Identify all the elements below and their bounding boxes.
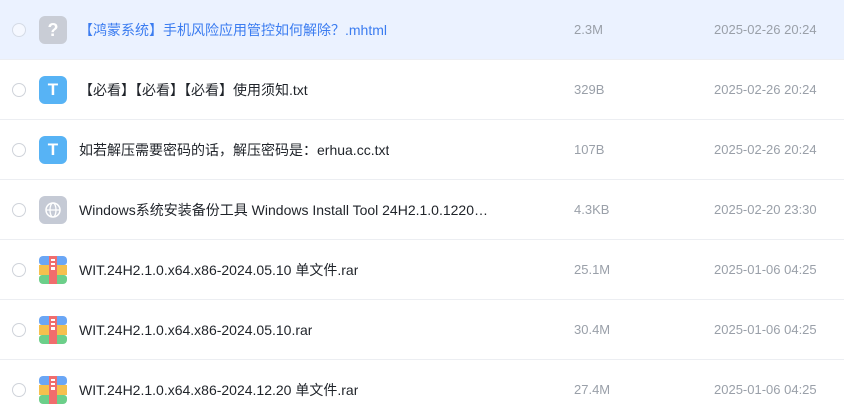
file-name[interactable]: 【鸿蒙系统】手机风险应用管控如何解除？.mhtml xyxy=(79,0,387,60)
file-row[interactable]: T 如若解压需要密码的话，解压密码是：erhua.cc.txt 107B 202… xyxy=(0,120,844,180)
unknown-file-icon: ? xyxy=(39,16,67,44)
file-size: 329B xyxy=(574,82,605,97)
web-link-icon xyxy=(39,196,67,224)
row-checkbox[interactable] xyxy=(12,143,26,157)
row-checkbox[interactable] xyxy=(12,323,26,337)
file-date: 2025-02-20 23:30 xyxy=(714,202,817,217)
file-date: 2025-01-06 04:25 xyxy=(714,382,817,397)
file-row[interactable]: T 【必看】【必看】【必看】使用须知.txt 329B 2025-02-26 2… xyxy=(0,60,844,120)
file-list: ? 【鸿蒙系统】手机风险应用管控如何解除？.mhtml 2.3M 2025-02… xyxy=(0,0,844,404)
file-size: 2.3M xyxy=(574,22,603,37)
row-checkbox[interactable] xyxy=(12,263,26,277)
file-name[interactable]: 【必看】【必看】【必看】使用须知.txt xyxy=(79,60,308,120)
text-file-icon: T xyxy=(39,136,67,164)
file-name[interactable]: WIT.24H2.1.0.x64.x86-2024.12.20 单文件.rar xyxy=(79,360,358,420)
file-name[interactable]: WIT.24H2.1.0.x64.x86-2024.05.10.rar xyxy=(79,300,312,360)
file-row[interactable]: ? 【鸿蒙系统】手机风险应用管控如何解除？.mhtml 2.3M 2025-02… xyxy=(0,0,844,60)
file-size: 30.4M xyxy=(574,322,611,337)
text-file-icon: T xyxy=(39,76,67,104)
row-checkbox[interactable] xyxy=(12,203,26,217)
file-name[interactable]: Windows系统安装备份工具 Windows Install Tool 24H… xyxy=(79,180,489,240)
file-size: 107B xyxy=(574,142,605,157)
file-size: 4.3KB xyxy=(574,202,610,217)
file-row[interactable]: WIT.24H2.1.0.x64.x86-2024.05.10.rar 30.4… xyxy=(0,300,844,360)
rar-archive-icon xyxy=(39,256,67,284)
file-row[interactable]: WIT.24H2.1.0.x64.x86-2024.12.20 单文件.rar … xyxy=(0,360,844,420)
file-date: 2025-02-26 20:24 xyxy=(714,82,817,97)
file-name[interactable]: WIT.24H2.1.0.x64.x86-2024.05.10 单文件.rar xyxy=(79,240,358,300)
file-row[interactable]: Windows系统安装备份工具 Windows Install Tool 24H… xyxy=(0,180,844,240)
file-date: 2025-01-06 04:25 xyxy=(714,322,817,337)
file-name[interactable]: 如若解压需要密码的话，解压密码是：erhua.cc.txt xyxy=(79,120,389,180)
file-date: 2025-02-26 20:24 xyxy=(714,22,817,37)
row-checkbox[interactable] xyxy=(12,83,26,97)
file-date: 2025-02-26 20:24 xyxy=(714,142,817,157)
row-checkbox[interactable] xyxy=(12,383,26,397)
file-row[interactable]: WIT.24H2.1.0.x64.x86-2024.05.10 单文件.rar … xyxy=(0,240,844,300)
file-date: 2025-01-06 04:25 xyxy=(714,262,817,277)
file-size: 25.1M xyxy=(574,262,611,277)
row-checkbox[interactable] xyxy=(12,23,26,37)
rar-archive-icon xyxy=(39,376,67,404)
rar-archive-icon xyxy=(39,316,67,344)
file-size: 27.4M xyxy=(574,382,611,397)
